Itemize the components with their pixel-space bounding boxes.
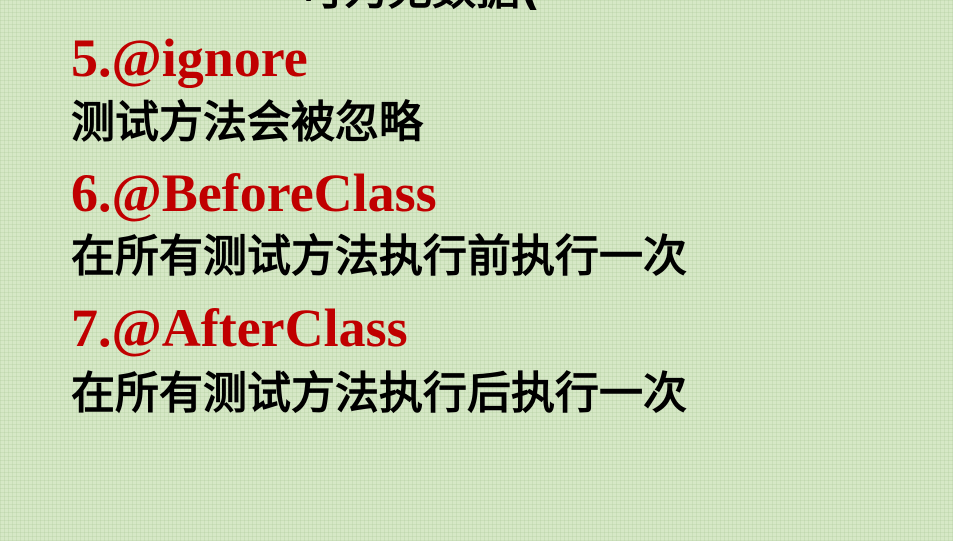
annotation-heading-beforeclass: 6.@BeforeClass (71, 163, 437, 223)
annotation-description-ignore: 测试方法会被忽略 (71, 97, 423, 148)
slide: 可为无数据( 5.@ignore 测试方法会被忽略 6.@BeforeClass… (0, 0, 953, 541)
annotation-heading-ignore: 5.@ignore (71, 28, 308, 88)
annotation-description-beforeclass: 在所有测试方法执行前执行一次 (71, 231, 687, 282)
clipped-top-text: 可为无数据( (300, 0, 900, 12)
annotation-heading-afterclass: 7.@AfterClass (71, 298, 408, 358)
annotation-description-afterclass: 在所有测试方法执行后执行一次 (71, 368, 687, 419)
